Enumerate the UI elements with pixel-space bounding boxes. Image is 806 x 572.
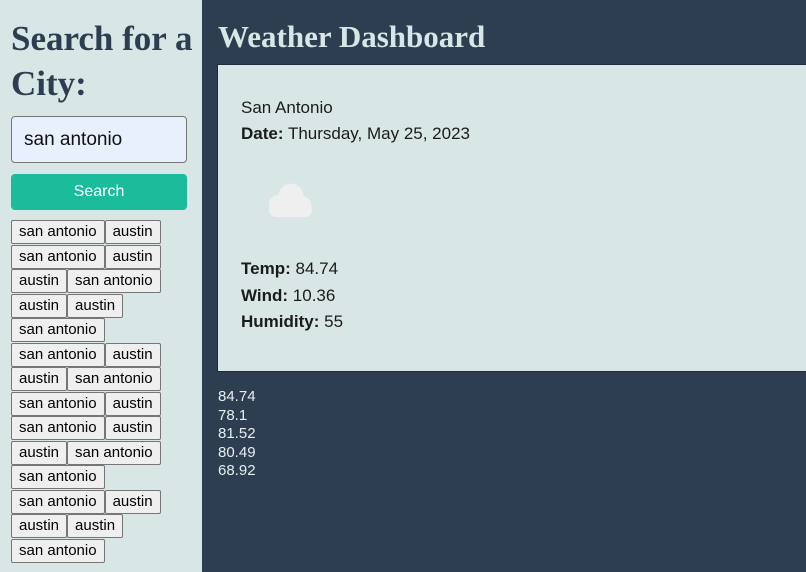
history-city-button[interactable]: san antonio xyxy=(11,538,105,563)
temp-value: 84.74 xyxy=(295,259,339,278)
date-row: Date: Thursday, May 25, 2023 xyxy=(241,124,470,144)
history-city-button[interactable]: austin xyxy=(11,293,68,318)
history-city-button[interactable]: san antonio xyxy=(67,440,161,465)
search-history-list: san antonio austin san antonio austin austin… xyxy=(11,220,197,563)
page-title: Weather Dashboard xyxy=(218,19,486,54)
humidity-row: Humidity: 55 xyxy=(241,312,343,332)
history-city-button[interactable]: san antonio xyxy=(11,465,105,489)
date-value: Thursday, May 25, 2023 xyxy=(287,124,470,143)
sidebar: Search for a City: Search san antonioaus… xyxy=(0,0,202,572)
history-city-button[interactable]: san antonio xyxy=(11,489,105,514)
forecast-temp-value: 68.92 xyxy=(218,462,256,479)
history-city-button[interactable]: san antonio xyxy=(11,342,105,367)
temp-label: Temp: xyxy=(241,259,291,278)
search-button[interactable]: Search xyxy=(11,174,187,210)
history-city-button[interactable]: san antonio xyxy=(11,416,105,440)
history-city-button[interactable]: austin xyxy=(67,293,124,318)
history-city-button[interactable]: san antonio xyxy=(11,318,105,342)
history-city-button[interactable]: austin xyxy=(104,244,161,269)
forecast-temps-list: 84.74 78.1 81.52 80.49 68.92 xyxy=(218,388,256,481)
history-city-button[interactable]: san antonio xyxy=(67,269,161,293)
temp-row: Temp: 84.74 xyxy=(241,259,338,279)
cloud-icon xyxy=(269,183,312,217)
history-city-button[interactable]: san antonio xyxy=(11,220,105,244)
history-city-button[interactable]: austin xyxy=(11,367,68,391)
history-city-button[interactable]: san antonio xyxy=(67,367,161,391)
history-city-button[interactable]: austin xyxy=(104,220,161,244)
history-city-button[interactable]: san antonio xyxy=(11,391,105,416)
history-city-button[interactable]: austin xyxy=(104,391,161,416)
history-city-button[interactable]: austin xyxy=(104,342,161,367)
forecast-temp-value: 84.74 xyxy=(218,388,256,405)
date-label: Date: xyxy=(241,124,284,143)
history-city-button[interactable]: austin xyxy=(104,489,161,514)
wind-label: Wind: xyxy=(241,286,289,305)
search-heading: Search for a City: xyxy=(11,19,193,103)
history-city-button[interactable]: austin xyxy=(104,416,161,440)
history-city-button[interactable]: austin xyxy=(11,514,68,538)
wind-value: 10.36 xyxy=(292,286,336,305)
city-search-input[interactable] xyxy=(11,116,187,163)
city-name: San Antonio xyxy=(241,98,333,117)
forecast-temp-value: 81.52 xyxy=(218,425,256,442)
history-city-button[interactable]: san antonio xyxy=(11,244,105,269)
history-city-button[interactable]: austin xyxy=(11,269,68,293)
history-city-button[interactable]: austin xyxy=(67,514,124,538)
humidity-value: 55 xyxy=(324,312,344,331)
current-weather-card: San Antonio Date: Thursday, May 25, 2023… xyxy=(217,64,806,372)
wind-row: Wind: 10.36 xyxy=(241,286,335,306)
history-city-button[interactable]: austin xyxy=(11,440,68,465)
forecast-temp-value: 78.1 xyxy=(218,406,248,424)
forecast-temp-value: 80.49 xyxy=(218,443,256,461)
humidity-label: Humidity: xyxy=(241,312,320,331)
